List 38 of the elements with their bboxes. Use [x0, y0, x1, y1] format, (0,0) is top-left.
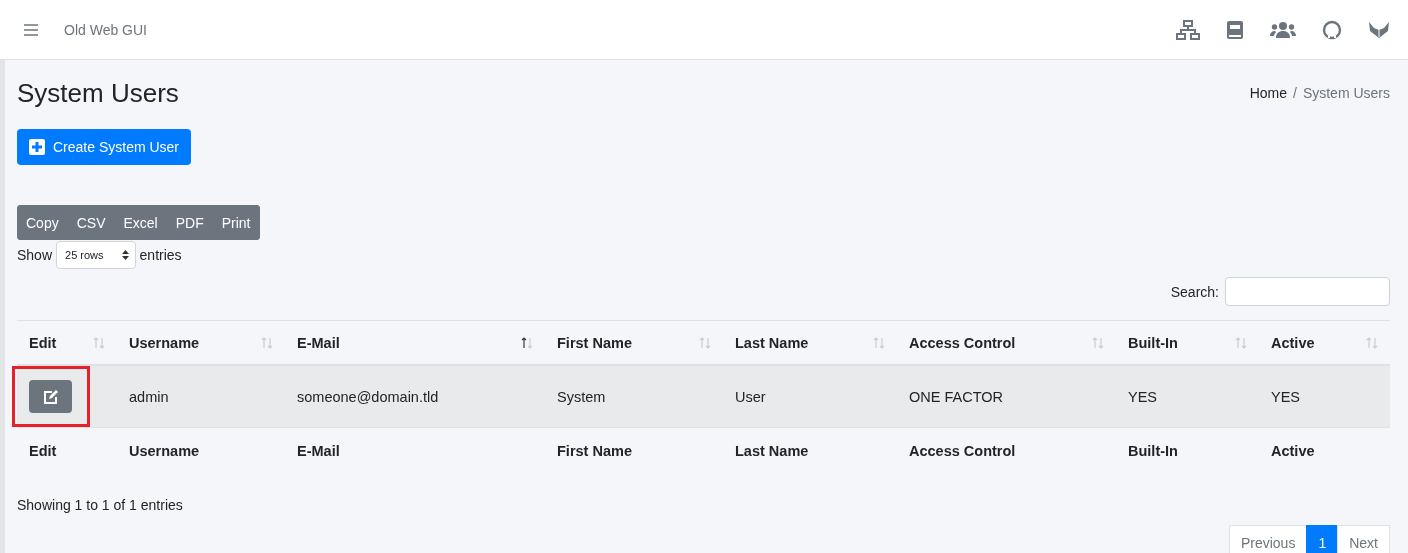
- page-title: System Users: [17, 77, 179, 109]
- column-footer: First Name: [545, 427, 723, 473]
- column-footer: Edit: [17, 427, 117, 473]
- table-cell: User: [723, 366, 897, 427]
- column-footer: Last Name: [723, 427, 897, 473]
- column-footer: E-Mail: [285, 427, 545, 473]
- table-cell: YES: [1259, 366, 1390, 427]
- column-footer: Username: [117, 427, 285, 473]
- table-cell: System: [545, 366, 723, 427]
- plus-icon: [29, 139, 45, 155]
- table-cell: YES: [1116, 366, 1259, 427]
- page-button[interactable]: Previous: [1228, 525, 1308, 553]
- table-cell: admin: [117, 366, 285, 427]
- page-button[interactable]: Next: [1337, 525, 1390, 553]
- entries-info: Showing 1 to 1 of 1 entries: [17, 497, 184, 513]
- breadcrumb-item: System Users: [1302, 85, 1390, 101]
- column-footer: Active: [1259, 427, 1390, 473]
- entries-label: entries: [139, 247, 182, 263]
- table-cell: someone@domain.tld: [285, 366, 545, 427]
- breadcrumb-separator: /: [1293, 85, 1297, 101]
- edit-icon: [42, 388, 59, 405]
- book-icon[interactable]: [1226, 19, 1244, 40]
- edit-button[interactable]: [29, 380, 72, 413]
- network-icon[interactable]: [1176, 19, 1200, 40]
- table-cell: ONE FACTOR: [897, 366, 1116, 427]
- rows-select[interactable]: 25 rows: [56, 241, 136, 269]
- menu-icon[interactable]: [24, 23, 38, 36]
- column-footer: Access Control: [897, 427, 1116, 473]
- create-user-button[interactable]: Create System User: [17, 129, 192, 165]
- spinner-icon: [121, 250, 129, 260]
- page-button[interactable]: 1: [1306, 525, 1339, 553]
- show-label: Show: [17, 247, 53, 263]
- users-icon[interactable]: [1270, 20, 1296, 39]
- search-label: Search:: [1170, 283, 1219, 300]
- search-field[interactable]: [1225, 277, 1390, 306]
- breadcrumb-item[interactable]: Home: [1249, 85, 1287, 101]
- app-title[interactable]: Old Web GUI: [64, 21, 147, 38]
- column-footer: Built-In: [1116, 427, 1259, 473]
